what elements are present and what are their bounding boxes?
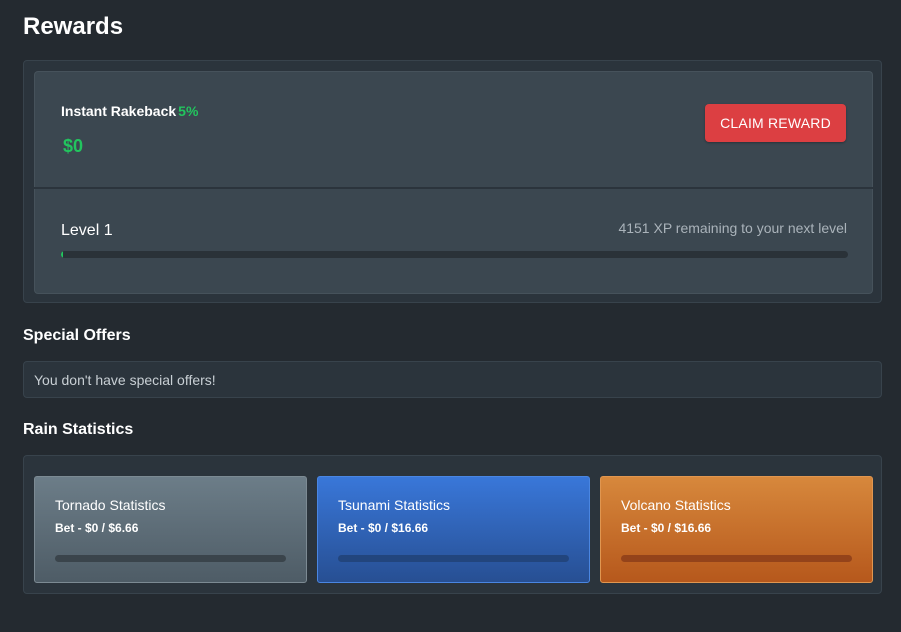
tornado-statistics-card[interactable]: Tornado Statistics Bet - $0 / $6.66: [34, 476, 307, 583]
xp-progress-bar: [61, 251, 848, 258]
rakeback-percent: 5%: [178, 103, 199, 119]
tsunami-statistics-title: Tsunami Statistics: [338, 497, 451, 513]
rakeback-amount: $0: [63, 136, 84, 156]
rakeback-label-row: Instant Rakeback 5%: [61, 103, 198, 119]
volcano-progress-bar: [621, 555, 852, 562]
special-offers-box: You don't have special offers!: [23, 361, 882, 398]
rewards-panel: Instant Rakeback 5% $0 CLAIM REWARD Level…: [23, 60, 882, 303]
claim-reward-button[interactable]: CLAIM REWARD: [705, 104, 846, 142]
special-offers-title: Special Offers: [23, 327, 131, 344]
xp-remaining-text: 4151 XP remaining to your next level: [618, 220, 847, 236]
rain-statistics-title: Rain Statistics: [23, 421, 134, 438]
level-label: Level 1: [61, 222, 113, 239]
volcano-statistics-title: Volcano Statistics: [621, 497, 731, 513]
rain-statistics-panel: Tornado Statistics Bet - $0 / $6.66 Tsun…: [23, 455, 882, 594]
tornado-progress-bar: [55, 555, 286, 562]
tornado-bet-text: Bet - $0 / $6.66: [55, 521, 139, 535]
rakeback-card: Instant Rakeback 5% $0 CLAIM REWARD: [34, 71, 873, 187]
level-card: Level 1 4151 XP remaining to your next l…: [34, 189, 873, 294]
tsunami-bet-text: Bet - $0 / $16.66: [338, 521, 429, 535]
tsunami-progress-bar: [338, 555, 569, 562]
rakeback-label: Instant Rakeback: [61, 103, 177, 119]
tornado-statistics-title: Tornado Statistics: [55, 497, 166, 513]
special-offers-empty-text: You don't have special offers!: [34, 372, 216, 388]
volcano-bet-text: Bet - $0 / $16.66: [621, 521, 712, 535]
page-title: Rewards: [23, 13, 124, 40]
tsunami-statistics-card[interactable]: Tsunami Statistics Bet - $0 / $16.66: [317, 476, 590, 583]
xp-progress-fill: [61, 251, 63, 258]
volcano-statistics-card[interactable]: Volcano Statistics Bet - $0 / $16.66: [600, 476, 873, 583]
